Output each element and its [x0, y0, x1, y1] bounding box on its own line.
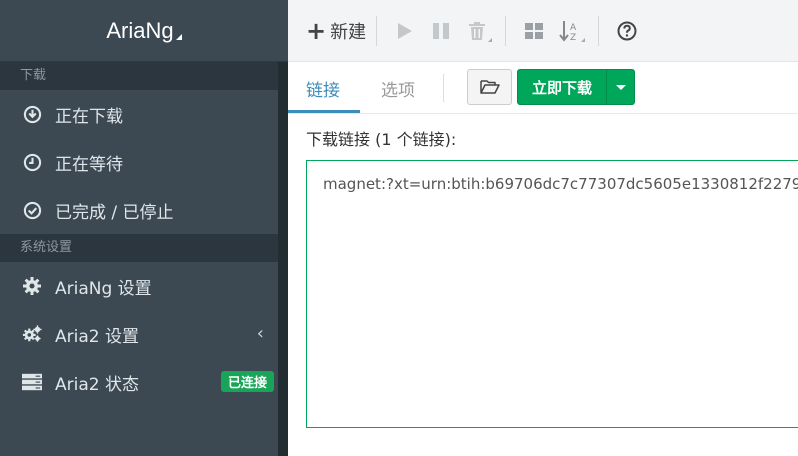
- sidebar-item-label: Aria2 设置: [55, 326, 139, 347]
- clock-icon: [22, 152, 42, 172]
- open-file-button[interactable]: [467, 69, 512, 105]
- sidebar-item-ariang-settings[interactable]: AriaNg 设置: [0, 262, 278, 310]
- download-now-label: 立即下载: [531, 78, 592, 97]
- download-now-button[interactable]: 立即下载: [517, 69, 635, 105]
- app-title: AriaNg: [106, 18, 174, 43]
- download-circle-icon: [22, 104, 42, 124]
- server-icon: [22, 372, 42, 392]
- url-input[interactable]: magnet:?xt=urn:btih:b69706dc7c77307dc560…: [306, 160, 798, 428]
- toolbar-divider: [598, 15, 600, 46]
- gear-icon: [22, 276, 42, 296]
- gears-icon: [22, 324, 42, 344]
- sidebar-item-label: Aria2 状态: [55, 374, 139, 395]
- sort-icon[interactable]: AZ: [557, 18, 586, 44]
- grid-view-icon[interactable]: [521, 18, 547, 44]
- toolbar-divider: [505, 15, 507, 46]
- new-task-label: 新建: [330, 21, 367, 43]
- sidebar: AriaNg 下载 正在下载 正在等待 已完成 / 已停止 系统设置 AriaN…: [0, 0, 288, 456]
- tab-divider: [443, 74, 444, 102]
- sidebar-scrollbar[interactable]: [278, 62, 288, 456]
- tab-links[interactable]: 链接: [306, 76, 340, 101]
- sidebar-item-downloading[interactable]: 正在下载: [0, 90, 278, 138]
- pause-icon[interactable]: [428, 18, 454, 44]
- tab-options[interactable]: 选项: [381, 76, 415, 101]
- section-header-settings: 系统设置: [0, 234, 278, 262]
- url-list-label: 下载链接 (1 个链接):: [306, 130, 457, 149]
- svg-text:A: A: [570, 23, 577, 33]
- help-icon[interactable]: [614, 18, 640, 44]
- main-content: 链接 选项 立即下载 下载链接 (1 个链接): magnet:?xt=urn:…: [288, 62, 798, 456]
- connection-status-badge: 已连接: [220, 371, 274, 392]
- sidebar-item-label: 已完成 / 已停止: [55, 202, 174, 223]
- toolbar-divider: [376, 15, 378, 46]
- tab-bar: 链接 选项 立即下载: [288, 62, 798, 114]
- download-options-toggle[interactable]: [607, 84, 634, 90]
- sidebar-item-aria2-status[interactable]: Aria2 状态 已连接: [0, 358, 278, 406]
- check-circle-icon: [22, 200, 42, 220]
- sidebar-item-waiting[interactable]: 正在等待: [0, 138, 278, 186]
- play-icon[interactable]: [392, 18, 418, 44]
- sidebar-item-label: 正在等待: [55, 154, 123, 175]
- chevron-left-icon: ‹: [256, 323, 264, 344]
- new-task-button[interactable]: + 新建: [306, 18, 366, 44]
- sidebar-item-stopped[interactable]: 已完成 / 已停止: [0, 186, 278, 234]
- active-tab-indicator: [288, 110, 360, 113]
- plus-icon: +: [306, 16, 327, 45]
- dropdown-caret-icon: [581, 37, 586, 42]
- sidebar-item-label: 正在下载: [55, 106, 123, 127]
- sidebar-item-aria2-settings[interactable]: Aria2 设置 ‹: [0, 310, 278, 358]
- dropdown-caret-icon: [488, 37, 493, 42]
- caret-down-icon: [615, 84, 626, 90]
- app-logo[interactable]: AriaNg: [0, 0, 288, 62]
- sidebar-item-label: AriaNg 设置: [55, 278, 152, 299]
- folder-open-icon: [479, 80, 500, 94]
- delete-icon[interactable]: [464, 18, 493, 44]
- svg-text:Z: Z: [570, 33, 576, 42]
- top-toolbar: + 新建 AZ: [288, 0, 798, 62]
- logo-caret-icon: [175, 34, 182, 40]
- section-header-downloads: 下载: [0, 62, 278, 90]
